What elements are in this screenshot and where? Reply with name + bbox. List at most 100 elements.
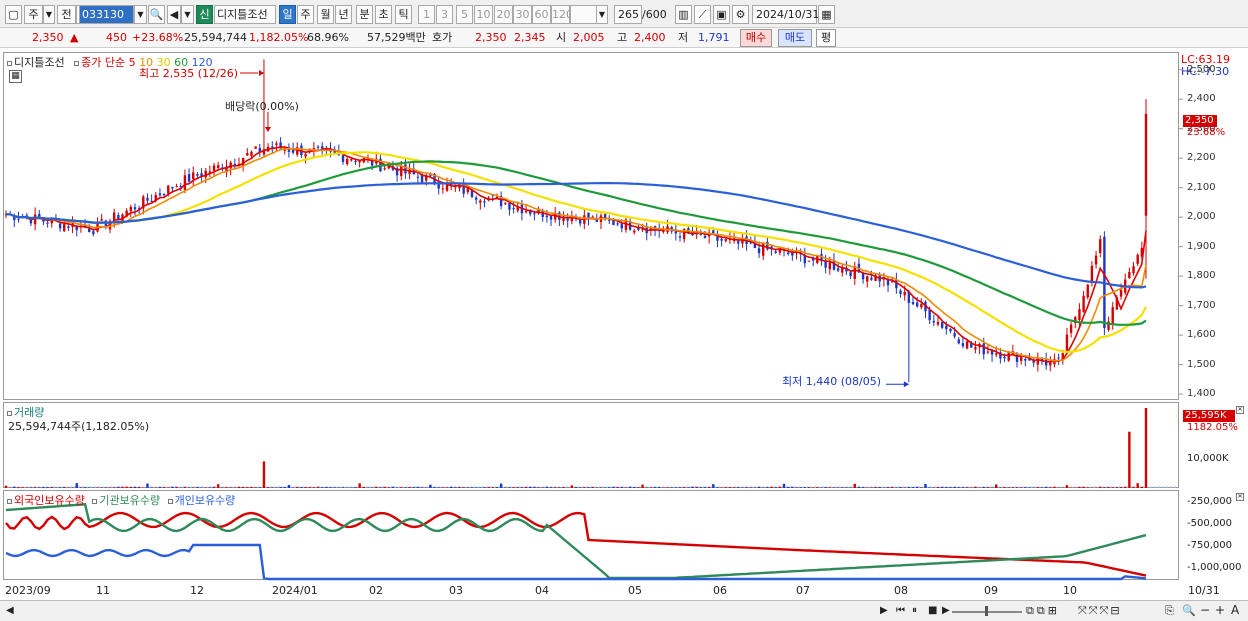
candle-body bbox=[1128, 271, 1131, 278]
stop-icon[interactable]: ■ bbox=[928, 605, 937, 616]
rewind-icon[interactable]: ⏮ bbox=[896, 605, 905, 616]
price-tick-label: 2,100 bbox=[1187, 181, 1216, 193]
volume-bar bbox=[262, 461, 266, 488]
volume-bar bbox=[229, 487, 232, 488]
zoom-in-icon[interactable]: + bbox=[1215, 603, 1225, 617]
volume-bar bbox=[861, 487, 865, 488]
candle-body bbox=[474, 197, 478, 200]
volume-bar bbox=[791, 486, 794, 488]
volume-bar bbox=[799, 487, 802, 488]
volume-bar bbox=[1040, 487, 1044, 488]
candle-body bbox=[1057, 357, 1060, 359]
volume-bar bbox=[212, 486, 216, 488]
close-panel-icon[interactable]: ✕ bbox=[1236, 406, 1244, 414]
volume-bar bbox=[841, 487, 844, 488]
volume-bar bbox=[404, 487, 407, 488]
volume-bar bbox=[1128, 431, 1131, 488]
volume-bar bbox=[158, 486, 162, 488]
volume-bar bbox=[757, 486, 761, 488]
volume-bar bbox=[695, 486, 698, 488]
legend-individual: 개인보유수량 bbox=[174, 494, 236, 507]
candle-body bbox=[133, 207, 137, 210]
candle-body bbox=[1136, 254, 1139, 264]
pause-icon[interactable]: ⏸ bbox=[912, 605, 917, 616]
volume-bar bbox=[886, 487, 890, 488]
candle-body bbox=[187, 174, 191, 182]
candle-body bbox=[341, 155, 345, 162]
font-size-icon[interactable]: A bbox=[1231, 603, 1239, 617]
volume-bar bbox=[853, 483, 856, 488]
dividend-arrow-head bbox=[264, 127, 271, 132]
candle-body bbox=[545, 215, 549, 218]
candle-body bbox=[316, 146, 320, 148]
volume-bar bbox=[279, 486, 282, 488]
volume-bar bbox=[811, 487, 815, 488]
zoom-search-icon[interactable]: 🔍 bbox=[1182, 604, 1196, 617]
candle-body bbox=[616, 223, 619, 225]
candle-body bbox=[162, 193, 166, 196]
panel-box-icon bbox=[92, 498, 98, 504]
volume-bar bbox=[724, 487, 727, 488]
volume-bar bbox=[1136, 483, 1139, 488]
candle-body bbox=[936, 321, 940, 325]
volume-bar bbox=[296, 486, 299, 488]
volume-bar bbox=[1044, 486, 1048, 488]
candle-body bbox=[957, 339, 960, 344]
candle-body bbox=[786, 252, 790, 255]
volume-bar bbox=[529, 486, 532, 488]
volume-bar bbox=[816, 487, 819, 488]
price-tick-label: 2,400 bbox=[1187, 93, 1216, 105]
price-tick-label: 1,600 bbox=[1187, 329, 1216, 341]
scroll-left-icon[interactable]: ◀ bbox=[6, 605, 14, 616]
volume-bar bbox=[778, 486, 782, 488]
candle-body bbox=[1078, 309, 1081, 321]
candle-body bbox=[1086, 284, 1089, 298]
copy-icon[interactable]: ⎘ bbox=[1165, 604, 1174, 618]
volume-bar bbox=[712, 484, 715, 488]
zoom-slider-handle[interactable] bbox=[985, 606, 988, 616]
ma-line-10 bbox=[6, 147, 1147, 362]
volume-bar bbox=[445, 487, 449, 488]
candle-body bbox=[995, 353, 998, 355]
volume-bar bbox=[400, 487, 403, 488]
scroll-right-icon[interactable]: ▶ bbox=[880, 605, 888, 616]
volume-bar bbox=[653, 487, 657, 488]
drawing-tools-icon[interactable]: ⤧⤧⤧⊟ bbox=[1078, 604, 1122, 618]
close-panel-icon[interactable]: ✕ bbox=[1236, 493, 1244, 501]
volume-bar bbox=[483, 487, 486, 488]
volume-bar bbox=[587, 487, 590, 488]
volume-bar bbox=[416, 486, 420, 488]
volume-bar bbox=[899, 486, 902, 488]
forward-icon[interactable]: ▶ bbox=[942, 605, 950, 616]
candle-body bbox=[404, 164, 407, 174]
view-tools-icon[interactable]: ⧉⧉⊞ bbox=[1026, 604, 1060, 618]
candle-body bbox=[504, 203, 507, 205]
volume-bar bbox=[832, 487, 836, 488]
volume-bar bbox=[824, 487, 827, 488]
volume-bar bbox=[474, 487, 478, 488]
candle-body bbox=[212, 165, 216, 171]
foreign-holding-line bbox=[5, 511, 1147, 577]
candle-body bbox=[965, 341, 969, 349]
zoom-out-icon[interactable]: − bbox=[1200, 603, 1210, 617]
x-axis-label: 2023/09 bbox=[5, 584, 51, 597]
candle-body bbox=[1003, 356, 1006, 359]
volume-bar bbox=[691, 486, 694, 488]
volume-bar bbox=[329, 487, 332, 488]
volume-bar bbox=[907, 487, 911, 488]
candle-body bbox=[250, 151, 253, 156]
volume-bar bbox=[737, 487, 740, 488]
volume-bar bbox=[321, 487, 324, 488]
candle-body bbox=[549, 216, 553, 220]
volume-bar bbox=[828, 487, 831, 488]
volume-bar bbox=[17, 487, 20, 488]
candle-body bbox=[903, 292, 906, 296]
candle-body bbox=[720, 238, 723, 241]
volume-bar bbox=[162, 487, 166, 488]
x-axis-label: 10 bbox=[1063, 584, 1077, 597]
candle-body bbox=[920, 304, 923, 308]
ma-line-30 bbox=[6, 151, 1147, 353]
candle-body bbox=[321, 146, 324, 149]
volume-bar bbox=[974, 486, 977, 488]
volume-bar bbox=[487, 487, 490, 488]
